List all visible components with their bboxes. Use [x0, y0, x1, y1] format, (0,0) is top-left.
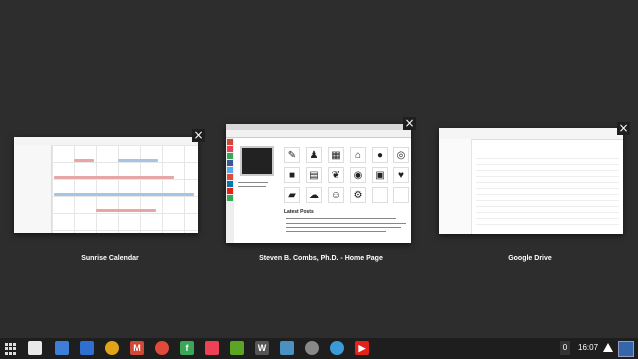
list-item: [476, 166, 619, 171]
heart-icon: ♥: [393, 167, 409, 183]
blog-text: [286, 223, 406, 224]
people-icon: ☺: [328, 187, 344, 203]
list-item: [476, 208, 619, 213]
list-item: [476, 220, 619, 225]
camera-icon: ▣: [372, 167, 388, 183]
evernote-icon[interactable]: [230, 341, 244, 355]
drive-sidebar: [439, 139, 472, 234]
list-item: [476, 202, 619, 207]
files-icon[interactable]: [55, 341, 69, 355]
camera-icon: ■: [284, 167, 300, 183]
calendar-event: [74, 159, 94, 162]
avatar[interactable]: [618, 341, 634, 357]
blog-text: [238, 186, 266, 187]
latest-posts-heading: Latest Posts: [284, 209, 314, 215]
close-icon[interactable]: ×: [192, 129, 205, 142]
clock[interactable]: 16:07: [578, 341, 598, 355]
apple-icon: ●: [372, 147, 388, 163]
broadcast-icon: ◉: [350, 167, 366, 183]
settings-icon[interactable]: [330, 341, 344, 355]
gmail-icon[interactable]: M: [130, 341, 144, 355]
writer-icon[interactable]: W: [255, 341, 269, 355]
photo-icon[interactable]: [280, 341, 294, 355]
cloud-icon: ☁: [306, 187, 322, 203]
grid-icon: ▦: [328, 147, 344, 163]
blog-text: [286, 231, 386, 232]
list-item: [476, 184, 619, 189]
app-launcher-icon[interactable]: [4, 342, 18, 356]
projector-icon: ▰: [284, 187, 300, 203]
book-icon: ▤: [306, 167, 322, 183]
person-icon: ♟: [306, 147, 322, 163]
pocket-icon[interactable]: [205, 341, 219, 355]
social-share-bar: [226, 138, 234, 243]
avatar: [240, 146, 274, 176]
list-item: [476, 214, 619, 219]
blog-text: [286, 227, 401, 228]
chrome-icon[interactable]: [105, 341, 119, 355]
window-title: Google Drive: [508, 255, 552, 262]
list-item: [476, 172, 619, 177]
blog-text: [238, 182, 268, 183]
red-circle-icon[interactable]: [155, 341, 169, 355]
browser-address-bar: [226, 130, 411, 138]
list-item: [476, 154, 619, 159]
list-item: [476, 196, 619, 201]
window-title: Steven B. Combs, Ph.D. - Home Page: [259, 255, 383, 262]
calendar-event: [54, 193, 194, 196]
shelf: M f W ▶ 0 16:07: [0, 338, 638, 359]
pencil-icon: ✎: [284, 147, 300, 163]
notification-count[interactable]: 0: [560, 341, 570, 355]
list-item: [476, 190, 619, 195]
calendar-event: [118, 159, 158, 162]
calendar-sidebar: [14, 145, 52, 233]
youtube-icon[interactable]: ▶: [355, 341, 369, 355]
chrome-icon: ◎: [393, 147, 409, 163]
leaf-icon: ❦: [328, 167, 344, 183]
window-thumbnail-blog[interactable]: ✎ ♟ ▦ ⌂ ● ◎ ■ ▤ ❦ ◉ ▣ ♥ ▰ ☁ ☺ ⚙ Latest P…: [226, 124, 411, 243]
placeholder-icon: [372, 187, 388, 203]
list-item: [476, 160, 619, 165]
blog-text: [286, 218, 396, 219]
list-item: [476, 178, 619, 183]
gears-icon: ⚙: [350, 187, 366, 203]
feedly-icon[interactable]: f: [180, 341, 194, 355]
placeholder-icon: [393, 187, 409, 203]
wifi-icon[interactable]: [603, 343, 613, 352]
camera-icon[interactable]: [305, 341, 319, 355]
calendar-event: [96, 209, 156, 212]
window-thumbnail-calendar[interactable]: [14, 137, 198, 233]
window-title: Sunrise Calendar: [81, 255, 139, 262]
window-thumbnail-drive[interactable]: [439, 128, 623, 234]
close-icon[interactable]: ×: [617, 122, 630, 135]
calendar-event: [54, 176, 174, 179]
docs-icon[interactable]: [80, 341, 94, 355]
store-icon[interactable]: [28, 341, 42, 355]
graduation-cap-icon: ⌂: [350, 147, 366, 163]
close-icon[interactable]: ×: [403, 117, 416, 130]
